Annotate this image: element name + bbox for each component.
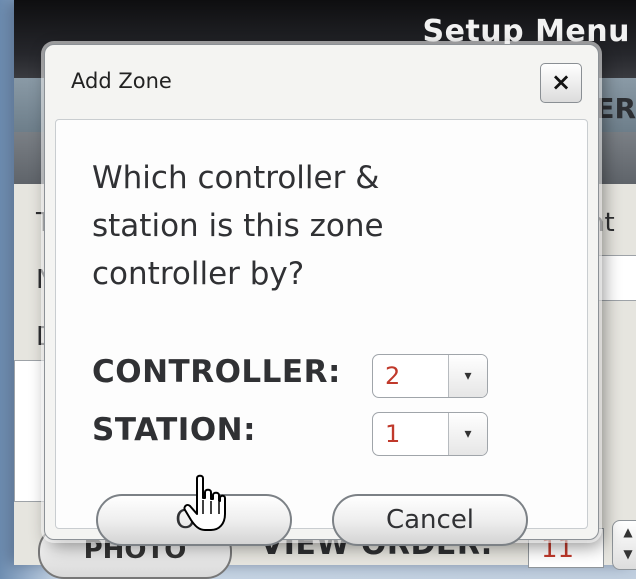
background-tab-label[interactable]: ER <box>595 92 636 125</box>
add-zone-dialog: Add Zone × Which controller & station is… <box>44 44 599 546</box>
cancel-button[interactable]: Cancel <box>332 494 528 546</box>
dialog-header: Add Zone × <box>45 45 598 119</box>
dialog-body: Which controller & station is this zone … <box>55 119 588 546</box>
dialog-question: Which controller & station is this zone … <box>92 154 532 298</box>
controller-select[interactable]: 2 ▾ <box>372 354 488 398</box>
close-button[interactable]: × <box>540 63 582 103</box>
station-select[interactable]: 1 ▾ <box>372 412 488 456</box>
question-line-1: Which controller & <box>92 160 380 196</box>
controller-select-value: 2 <box>385 362 401 390</box>
dialog-title: Add Zone <box>71 69 172 93</box>
hand-pointer-icon <box>183 474 227 538</box>
station-select-value: 1 <box>385 420 401 448</box>
chevron-down-icon[interactable]: ▾ <box>448 355 487 397</box>
spinner-up-icon[interactable]: ▲ <box>613 521 636 543</box>
spinner-down-icon[interactable]: ▼ <box>613 543 636 565</box>
question-line-2: station is this zone <box>92 208 384 244</box>
question-line-3: controller by? <box>92 256 305 292</box>
view-order-spinner[interactable]: ▲ ▼ <box>612 520 636 570</box>
chevron-down-icon[interactable]: ▾ <box>448 413 487 455</box>
station-label: STATION: <box>92 412 257 448</box>
controller-label: CONTROLLER: <box>92 354 341 390</box>
